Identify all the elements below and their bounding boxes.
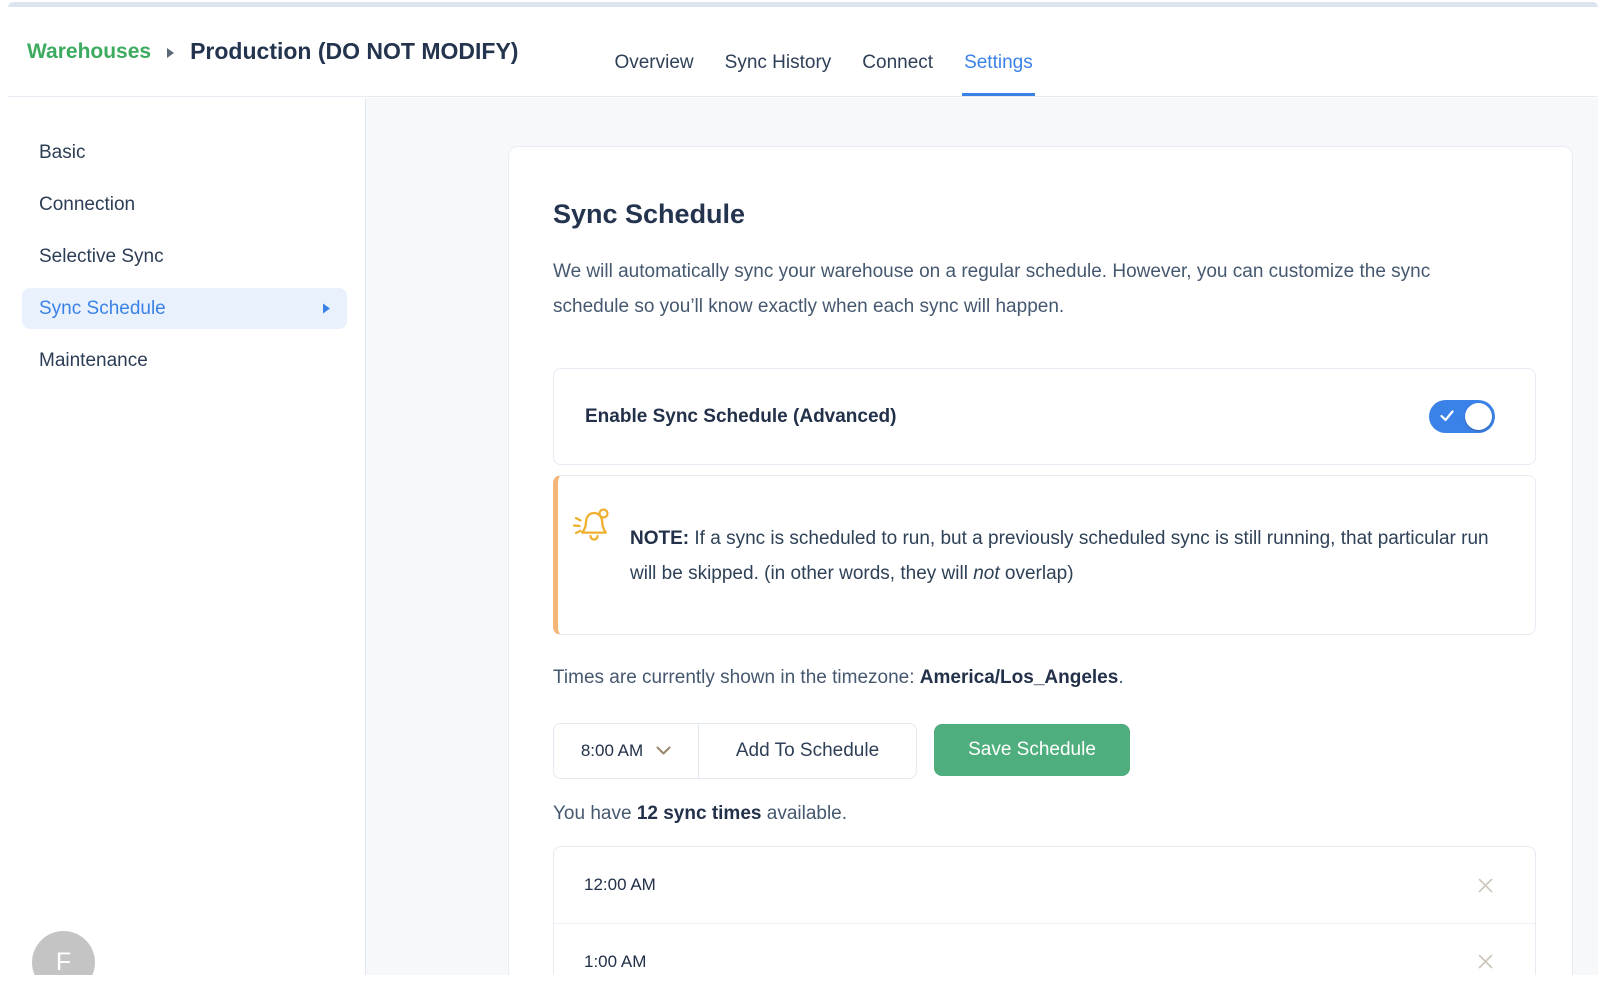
chevron-right-icon: [322, 302, 331, 315]
sidebar-item-label: Maintenance: [39, 350, 148, 372]
sidebar-item-label: Sync Schedule: [39, 298, 166, 320]
availability-count: 12 sync times: [637, 803, 762, 824]
tab-overview[interactable]: Overview: [614, 52, 693, 74]
header-tabs: Overview Sync History Connect Settings: [614, 52, 1032, 74]
close-icon: [1476, 883, 1495, 898]
sidebar-item-selective-sync[interactable]: Selective Sync: [22, 236, 347, 277]
close-icon: [1476, 959, 1495, 974]
breadcrumb-warehouses-link[interactable]: Warehouses: [27, 40, 151, 64]
sync-time-label: 1:00 AM: [584, 952, 646, 972]
content-area: Sync Schedule We will automatically sync…: [366, 98, 1598, 975]
sync-time-row: 1:00 AM: [554, 923, 1535, 975]
save-schedule-button[interactable]: Save Schedule: [934, 724, 1130, 776]
schedule-controls: 8:00 AM Add To Schedule Save Schedule: [553, 723, 1536, 779]
note-italic-word: not: [973, 563, 999, 584]
time-select-value: 8:00 AM: [581, 741, 643, 761]
settings-sidebar: Basic Connection Selective Sync Sync Schedu…: [8, 98, 366, 975]
note-text: NOTE: If a sync is scheduled to run, but…: [630, 521, 1495, 591]
timezone-prefix: Times are currently shown in the timezon…: [553, 667, 920, 688]
sidebar-item-label: Connection: [39, 194, 135, 216]
sidebar-nav: Basic Connection Selective Sync Sync Schedu…: [8, 132, 365, 381]
sync-time-row: 12:00 AM: [554, 847, 1535, 923]
timezone-line: Times are currently shown in the timezon…: [553, 667, 1536, 689]
toggle-knob: [1465, 403, 1492, 430]
tab-settings[interactable]: Settings: [964, 52, 1033, 74]
sidebar-item-basic[interactable]: Basic: [22, 132, 347, 173]
page-title: Production (DO NOT MODIFY): [190, 38, 518, 65]
sidebar-item-label: Selective Sync: [39, 246, 164, 268]
tab-connect[interactable]: Connect: [862, 52, 933, 74]
timezone-value: America/Los_Angeles: [920, 667, 1119, 688]
sync-times-list: 12:00 AM 1:00 AM: [553, 846, 1536, 975]
enable-sync-schedule-toggle[interactable]: [1429, 400, 1495, 433]
sync-schedule-card: Sync Schedule We will automatically sync…: [508, 146, 1573, 975]
breadcrumb-separator-icon: [166, 47, 175, 59]
section-description: We will automatically sync your warehous…: [553, 254, 1498, 324]
checkmark-icon: [1440, 409, 1454, 427]
breadcrumb: Warehouses Production (DO NOT MODIFY): [27, 38, 518, 65]
chevron-down-icon: [656, 746, 671, 756]
note-body-2: overlap): [1000, 563, 1074, 584]
app-window: Warehouses Production (DO NOT MODIFY) Ov…: [8, 7, 1598, 975]
enable-sync-schedule-row: Enable Sync Schedule (Advanced): [553, 368, 1536, 465]
remove-sync-time-button[interactable]: [1472, 872, 1499, 899]
availability-line: You have 12 sync times available.: [553, 803, 1536, 825]
section-title: Sync Schedule: [553, 199, 1536, 230]
tab-sync-history[interactable]: Sync History: [725, 52, 832, 74]
page-header: Warehouses Production (DO NOT MODIFY) Ov…: [8, 7, 1598, 97]
sidebar-item-label: Basic: [39, 142, 85, 164]
availability-suffix: available.: [761, 803, 847, 824]
note-label: NOTE:: [630, 528, 689, 549]
bell-icon: [566, 504, 616, 553]
sync-time-label: 12:00 AM: [584, 875, 656, 895]
add-to-schedule-button[interactable]: Add To Schedule: [699, 723, 917, 779]
sidebar-item-maintenance[interactable]: Maintenance: [22, 340, 347, 381]
note-callout: NOTE: If a sync is scheduled to run, but…: [553, 475, 1536, 635]
remove-sync-time-button[interactable]: [1472, 948, 1499, 975]
time-select[interactable]: 8:00 AM: [553, 723, 699, 779]
timezone-suffix: .: [1118, 667, 1123, 688]
toggle-label: Enable Sync Schedule (Advanced): [585, 406, 896, 428]
sidebar-item-sync-schedule[interactable]: Sync Schedule: [22, 288, 347, 329]
availability-prefix: You have: [553, 803, 637, 824]
sidebar-item-connection[interactable]: Connection: [22, 184, 347, 225]
